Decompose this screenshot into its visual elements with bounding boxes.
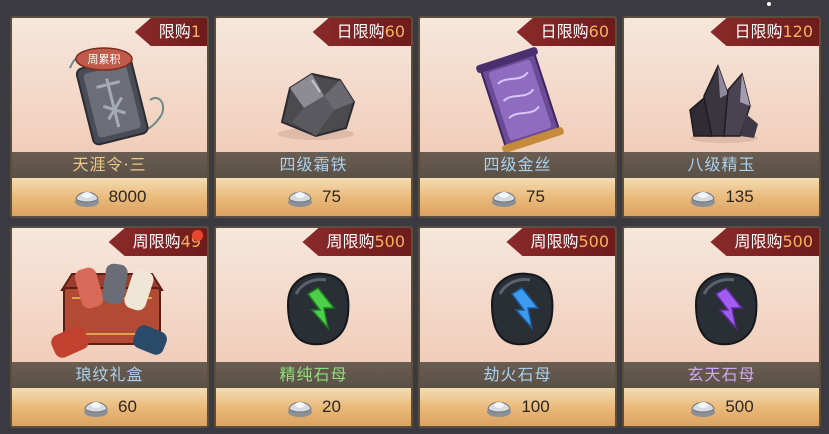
limit-tag: 日限购120 <box>710 18 819 46</box>
price-bar: 135 <box>624 178 819 216</box>
green-arrow-stone-icon <box>286 272 350 346</box>
shop-item-card[interactable]: 限购1 周累积 天涯令·三 8000 <box>10 16 209 218</box>
limit-tag: 限购1 <box>134 18 207 46</box>
limit-label: 日限购 <box>540 22 589 41</box>
price-value: 8000 <box>108 187 147 206</box>
price-bar: 20 <box>216 388 411 426</box>
silver-ingot-icon <box>691 401 716 417</box>
price-value: 135 <box>725 187 754 206</box>
shop-item-card[interactable]: 日限购120 八级精玉 135 <box>622 16 821 218</box>
price-bar: 60 <box>12 388 207 426</box>
price-bar: 8000 <box>12 178 207 216</box>
silver-ingot-icon <box>487 401 512 417</box>
notification-dot <box>192 230 203 241</box>
price-value: 75 <box>526 187 545 206</box>
gold-silk-scroll-icon <box>476 47 564 152</box>
shop-item-card[interactable]: 日限购60 四级霜铁 75 <box>214 16 413 218</box>
limit-count: 500 <box>782 232 813 251</box>
silver-ingot-icon <box>691 191 716 207</box>
limit-label: 周限购 <box>132 232 181 251</box>
item-name: 八级精玉 <box>624 152 819 178</box>
silver-ingot-icon <box>288 401 313 417</box>
limit-label: 周限购 <box>326 232 375 251</box>
shop-item-card[interactable]: 周限购500 精纯石母 20 <box>214 226 413 428</box>
silver-ingot-icon <box>492 191 517 207</box>
price-bar: 500 <box>624 388 819 426</box>
silver-ingot-icon <box>84 401 109 417</box>
limit-tag: 周限购500 <box>710 228 819 256</box>
item-name: 劫火石母 <box>420 362 615 388</box>
blue-arrow-stone-icon <box>490 272 554 346</box>
item-name: 玄天石母 <box>624 362 819 388</box>
shop-item-card[interactable]: 周限购49 琅纹礼盒 60 <box>10 226 209 428</box>
rune-gift-box-icon <box>51 263 167 358</box>
limit-label: 周限购 <box>530 232 579 251</box>
status-dot <box>767 2 771 6</box>
limit-count: 500 <box>578 232 609 251</box>
jade-token-icon: 周累积 <box>69 47 164 146</box>
limit-count: 120 <box>782 22 813 41</box>
purple-arrow-stone-icon <box>694 272 758 346</box>
limit-tag: 周限购500 <box>506 228 615 256</box>
limit-label: 周限购 <box>734 232 783 251</box>
refined-jade-crystal-icon <box>689 64 758 143</box>
limit-count: 60 <box>588 22 609 41</box>
price-bar: 75 <box>420 178 615 216</box>
badge-label: 周累积 <box>88 53 121 66</box>
price-value: 500 <box>725 397 754 416</box>
shop-item-card[interactable]: 周限购500 劫火石母 100 <box>418 226 617 428</box>
price-value: 60 <box>118 397 137 416</box>
limit-tag: 日限购60 <box>516 18 615 46</box>
shop-item-card[interactable]: 日限购60 四级金丝 75 <box>418 16 617 218</box>
price-bar: 75 <box>216 178 411 216</box>
limit-label: 日限购 <box>734 22 783 41</box>
frost-iron-ore-icon <box>278 72 356 140</box>
limit-count: 1 <box>190 22 201 41</box>
silver-ingot-icon <box>74 191 99 207</box>
silver-ingot-icon <box>288 191 313 207</box>
limit-label: 日限购 <box>336 22 385 41</box>
limit-tag: 日限购60 <box>312 18 411 46</box>
item-name: 琅纹礼盒 <box>12 362 207 388</box>
price-bar: 100 <box>420 388 615 426</box>
item-name: 精纯石母 <box>216 362 411 388</box>
item-name: 天涯令·三 <box>12 152 207 178</box>
limit-count: 60 <box>384 22 405 41</box>
limit-label: 限购 <box>158 22 191 41</box>
shop-grid: 限购1 周累积 天涯令·三 8000 日限购60 四级霜铁 75 日限购60 四… <box>10 16 822 428</box>
limit-tag: 周限购500 <box>302 228 411 256</box>
price-value: 75 <box>322 187 341 206</box>
item-name: 四级霜铁 <box>216 152 411 178</box>
shop-item-card[interactable]: 周限购500 玄天石母 500 <box>622 226 821 428</box>
item-name: 四级金丝 <box>420 152 615 178</box>
price-value: 100 <box>521 397 550 416</box>
price-value: 20 <box>322 397 341 416</box>
limit-count: 500 <box>374 232 405 251</box>
